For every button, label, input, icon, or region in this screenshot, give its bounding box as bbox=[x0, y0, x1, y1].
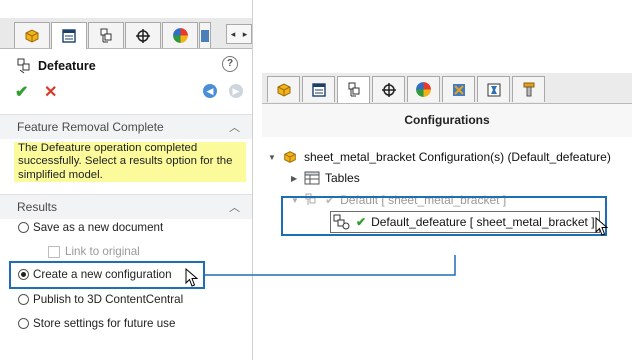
tab-dimxpert-manager[interactable] bbox=[372, 76, 405, 102]
tab-simulation-manager[interactable] bbox=[477, 76, 510, 102]
cam-icon bbox=[452, 83, 465, 96]
tree-tables-row[interactable]: ▶ Tables bbox=[291, 171, 360, 185]
tab-cam-manager[interactable] bbox=[442, 76, 475, 102]
expand-triangle-icon[interactable]: ▶ bbox=[291, 174, 299, 183]
configuration-manager-icon bbox=[348, 82, 359, 97]
part-icon bbox=[284, 151, 296, 163]
active-check-icon: ✔ bbox=[356, 215, 367, 229]
tab-property-manager[interactable] bbox=[302, 76, 335, 102]
tab-display-manager[interactable] bbox=[407, 76, 440, 102]
dimxpert-icon bbox=[381, 82, 396, 97]
mouse-pointer-icon bbox=[595, 217, 609, 236]
tab-feature-manager[interactable] bbox=[267, 76, 300, 102]
tree-root-label: sheet_metal_bracket Configuration(s) (De… bbox=[304, 150, 611, 164]
property-manager-icon bbox=[311, 82, 326, 97]
table-icon bbox=[304, 171, 320, 185]
collapse-triangle-icon[interactable]: ▼ bbox=[268, 153, 276, 162]
simulation-icon bbox=[487, 83, 500, 96]
defeature-config-icon bbox=[333, 214, 350, 230]
configurations-header: Configurations bbox=[262, 104, 632, 137]
tables-label: Tables bbox=[325, 171, 360, 185]
tree-root-row[interactable]: ▼ sheet_metal_bracket Configuration(s) (… bbox=[268, 149, 611, 165]
display-manager-icon bbox=[416, 82, 431, 97]
part-icon bbox=[277, 82, 290, 97]
defeature-config-label: Default_defeature [ sheet_metal_bracket … bbox=[371, 215, 595, 229]
toolpath-icon bbox=[523, 82, 534, 96]
manager-tab-bar bbox=[262, 73, 632, 104]
tab-toolpath-manager[interactable] bbox=[512, 76, 545, 102]
tree-defeature-config-row[interactable]: ✔ Default_defeature [ sheet_metal_bracke… bbox=[333, 214, 595, 230]
tab-configuration-manager[interactable] bbox=[337, 76, 370, 103]
